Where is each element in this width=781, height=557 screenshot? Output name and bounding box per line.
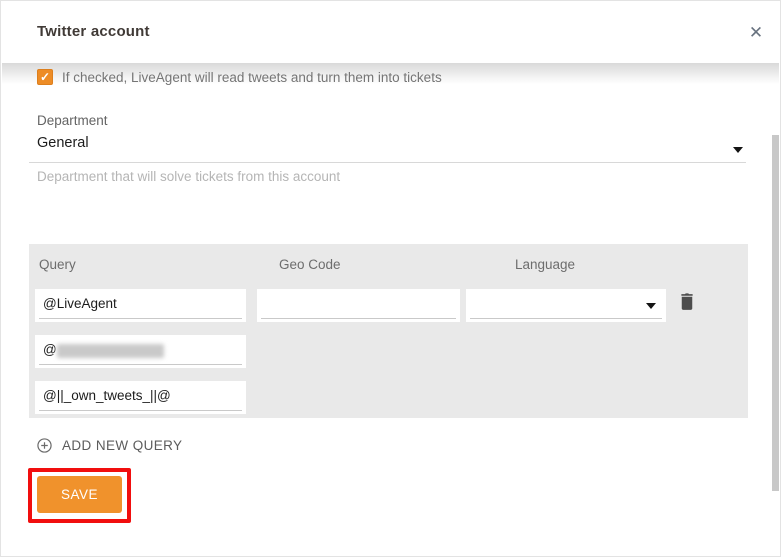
check-icon: ✓ bbox=[40, 70, 50, 84]
redacted-text-blur bbox=[57, 344, 164, 358]
column-header-geo-code: Geo Code bbox=[279, 257, 341, 272]
query-input-3[interactable] bbox=[35, 381, 246, 410]
geo-code-input-cell bbox=[257, 289, 460, 322]
dialog-title: Twitter account bbox=[37, 23, 150, 40]
read-tweets-checkbox[interactable]: ✓ bbox=[37, 69, 53, 85]
caret-down-icon[interactable] bbox=[733, 147, 743, 153]
column-header-language: Language bbox=[515, 257, 575, 272]
input-underline bbox=[39, 318, 242, 319]
trash-icon[interactable] bbox=[678, 290, 696, 311]
query-input-1[interactable] bbox=[35, 289, 246, 318]
close-icon[interactable]: ✕ bbox=[745, 22, 767, 44]
query-table-panel: Query Geo Code Language bbox=[29, 244, 748, 418]
department-select-value[interactable]: General bbox=[37, 135, 89, 151]
language-select-cell bbox=[466, 289, 666, 322]
department-select-underline bbox=[29, 162, 746, 163]
add-new-query-button[interactable]: ADD NEW QUERY bbox=[37, 438, 182, 453]
department-label: Department bbox=[37, 113, 108, 128]
column-header-query: Query bbox=[39, 257, 76, 272]
input-underline bbox=[261, 318, 456, 319]
read-tweets-checkbox-row: ✓ If checked, LiveAgent will read tweets… bbox=[37, 69, 442, 85]
query-input-cell bbox=[35, 289, 246, 322]
input-underline bbox=[39, 410, 242, 411]
twitter-account-dialog: Twitter account ✕ ✓ If checked, LiveAgen… bbox=[0, 0, 781, 557]
save-button[interactable]: SAVE bbox=[37, 476, 122, 513]
geo-code-input-1[interactable] bbox=[257, 289, 460, 318]
circle-plus-icon bbox=[37, 438, 52, 453]
department-helper-text: Department that will solve tickets from … bbox=[37, 169, 340, 184]
input-underline bbox=[39, 364, 242, 365]
add-new-query-label: ADD NEW QUERY bbox=[62, 438, 182, 453]
language-select-1[interactable] bbox=[466, 289, 666, 318]
caret-down-icon[interactable] bbox=[646, 303, 656, 309]
query-input-cell bbox=[35, 381, 246, 414]
vertical-scrollbar-thumb[interactable] bbox=[772, 135, 779, 491]
query-input-cell bbox=[35, 335, 246, 368]
checkbox-label: If checked, LiveAgent will read tweets a… bbox=[62, 70, 442, 85]
input-underline bbox=[470, 318, 662, 319]
